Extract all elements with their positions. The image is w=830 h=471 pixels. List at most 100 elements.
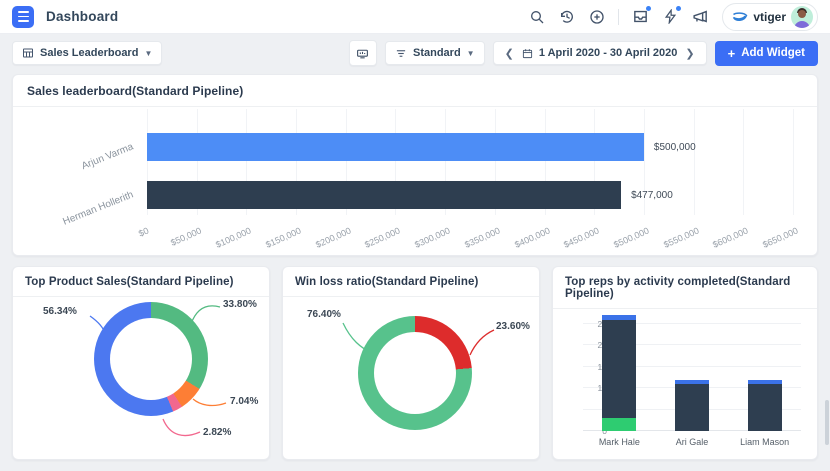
- slice-label-orange: 7.04%: [230, 396, 259, 407]
- chevron-down-icon: ▼: [144, 48, 153, 58]
- dashboard-content: Sales Leaderboard ▼ Standard ▼ ❮ 1 April…: [0, 34, 830, 471]
- filter-icon: [396, 49, 406, 57]
- top-reps-x-axis: Mark Hale Ari Gale Liam Mason: [583, 437, 801, 447]
- donut-hole: [110, 318, 192, 400]
- announcements-icon[interactable]: [692, 8, 709, 25]
- x-tick-label: $300,000: [413, 225, 452, 250]
- bar-segment-green-segment: [602, 418, 637, 431]
- leaderboard-chart: $500,000 $477,000 Arjun Varma Herman Holle…: [27, 109, 803, 255]
- chevron-down-icon: ▼: [466, 48, 475, 58]
- product-sales-donut-chart: 56.34% 33.80% 7.04% 2.82%: [13, 297, 269, 453]
- add-widget-button[interactable]: + Add Widget: [714, 40, 818, 66]
- gridline: [743, 109, 745, 215]
- gridline: [793, 109, 794, 215]
- history-icon[interactable]: [558, 8, 575, 25]
- pipeline-selector-label: Standard: [412, 47, 461, 59]
- pipeline-selector[interactable]: Standard ▼: [384, 41, 485, 65]
- x-tick-label: $50,000: [168, 225, 203, 248]
- hamburger-icon: [17, 10, 29, 23]
- bar-segment-navy-segment: [747, 383, 782, 431]
- dashboard-selector[interactable]: Sales Leaderboard ▼: [12, 41, 163, 65]
- next-period-button[interactable]: ❯: [683, 47, 696, 60]
- dashboard-toolbar: Sales Leaderboard ▼ Standard ▼ ❮ 1 April…: [12, 40, 818, 66]
- user-avatar[interactable]: [791, 5, 813, 28]
- page-title: Dashboard: [46, 9, 119, 24]
- card-title: Sales leaderboard(Standard Pipeline): [13, 75, 817, 107]
- vtiger-logo-icon: [733, 11, 748, 21]
- vtiger-brand[interactable]: vtiger: [722, 2, 818, 31]
- win-loss-donut-chart: 76.40% 23.60%: [283, 297, 539, 453]
- topbar-divider: [618, 8, 620, 25]
- leaderboard-bar[interactable]: [147, 133, 644, 161]
- slice-label-won: 76.40%: [307, 309, 341, 320]
- top-reps-chart: 0510152025 Mark Hale Ari Gale Liam Mason: [553, 309, 817, 465]
- slideshow-icon: [357, 49, 369, 58]
- notification-dot: [646, 6, 652, 11]
- bar-value-label: $500,000: [653, 142, 696, 153]
- gridline: [693, 109, 695, 215]
- x-tick-label: $200,000: [313, 225, 353, 250]
- donut-ring[interactable]: [94, 302, 208, 416]
- card-title: Top reps by activity completed(Standard …: [553, 267, 817, 309]
- card-top-reps: Top reps by activity completed(Standard …: [552, 266, 818, 460]
- bar-value-label: $477,000: [631, 190, 673, 201]
- card-win-loss-ratio: Win loss ratio(Standard Pipeline) 76.40%…: [282, 266, 540, 460]
- stacked-bar[interactable]: [674, 379, 709, 431]
- x-tick-label: $550,000: [661, 225, 701, 250]
- inbox-icon[interactable]: [632, 6, 652, 25]
- search-icon[interactable]: [528, 8, 545, 25]
- topbar-actions: vtiger: [528, 2, 818, 31]
- grid-table-icon: [23, 48, 33, 58]
- x-tick-label: $500,000: [612, 225, 651, 250]
- top-bar: Dashboard vtiger: [0, 0, 830, 34]
- slice-label-pink: 2.82%: [203, 427, 232, 438]
- slice-label-blue: 56.34%: [43, 306, 77, 317]
- x-tick-label: $100,000: [214, 225, 253, 250]
- date-range-label: 1 April 2020 - 30 April 2020: [538, 47, 678, 59]
- top-reps-plot: 0510152025: [583, 311, 801, 436]
- stacked-bar[interactable]: [747, 379, 782, 431]
- x-category-label: Mark Hale: [598, 437, 640, 447]
- card-title: Top Product Sales(Standard Pipeline): [13, 267, 269, 297]
- x-category-label: Ari Gale: [675, 437, 709, 447]
- x-category-label: Liam Mason: [740, 437, 790, 447]
- dashboard-selector-label: Sales Leaderboard: [40, 47, 139, 59]
- stacked-bar[interactable]: [602, 315, 637, 431]
- menu-button[interactable]: [12, 5, 34, 28]
- donut-hole: [374, 332, 456, 414]
- x-tick-label: $450,000: [562, 225, 601, 250]
- brand-name: vtiger: [753, 9, 786, 24]
- prev-period-button[interactable]: ❮: [503, 47, 516, 60]
- x-tick-label: $400,000: [512, 225, 552, 250]
- slice-label-green: 33.80%: [223, 299, 257, 310]
- plus-icon: +: [727, 45, 736, 61]
- x-tick-label: $250,000: [363, 225, 402, 250]
- card-title: Win loss ratio(Standard Pipeline): [283, 267, 539, 297]
- x-tick-label: $600,000: [711, 225, 750, 250]
- leaderboard-x-axis: $0 $50,000 $100,000 $150,000 $200,000 $250,00…: [137, 217, 800, 255]
- slideshow-button[interactable]: [348, 40, 377, 66]
- toolbar-right: Standard ▼ ❮ 1 April 2020 - 30 April 202…: [348, 40, 818, 66]
- bar-segment-navy-segment: [602, 319, 637, 419]
- calendar-icon: [522, 48, 532, 58]
- bar-category-label: Arjun Varma: [80, 141, 136, 173]
- notification-dot: [676, 6, 682, 11]
- bottom-cards-row: Top Product Sales(Standard Pipeline) 56.…: [12, 266, 818, 460]
- add-widget-label: Add Widget: [741, 47, 805, 59]
- donut-ring[interactable]: [358, 316, 472, 430]
- slice-label-lost: 23.60%: [496, 321, 530, 332]
- x-tick-label: $0: [137, 225, 151, 239]
- x-tick-label: $350,000: [463, 225, 502, 250]
- add-record-icon[interactable]: [588, 8, 605, 25]
- bar-category-label: Herman Hollerith: [61, 189, 136, 228]
- leaderboard-plot: $500,000 $477,000: [147, 109, 794, 215]
- scrollbar-thumb[interactable]: [825, 400, 829, 445]
- date-range-picker[interactable]: ❮ 1 April 2020 - 30 April 2020 ❯: [492, 41, 707, 65]
- stacked-bars: [583, 311, 801, 431]
- x-tick-label: $150,000: [264, 225, 303, 250]
- leaderboard-bar[interactable]: [147, 181, 622, 209]
- card-sales-leaderboard: Sales leaderboard(Standard Pipeline) $50…: [12, 74, 818, 256]
- bar-segment-navy-segment: [674, 383, 709, 431]
- actions-bolt-icon[interactable]: [662, 6, 682, 25]
- x-tick-label: $650,000: [761, 225, 800, 250]
